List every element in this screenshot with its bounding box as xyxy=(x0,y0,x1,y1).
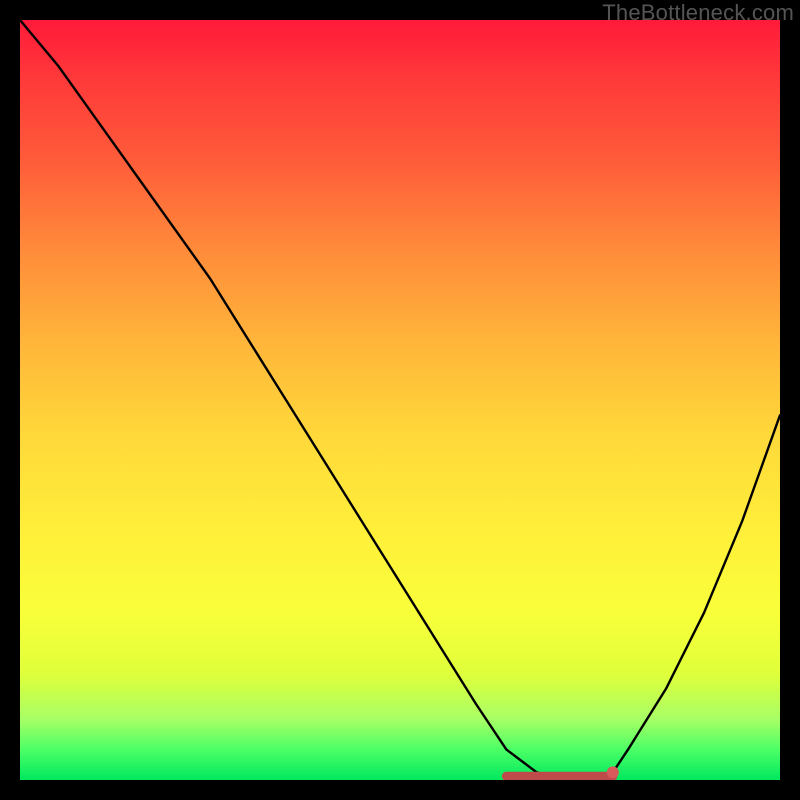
chart-frame xyxy=(20,20,780,780)
gradient-background xyxy=(20,20,780,780)
watermark-text: TheBottleneck.com xyxy=(602,0,794,26)
